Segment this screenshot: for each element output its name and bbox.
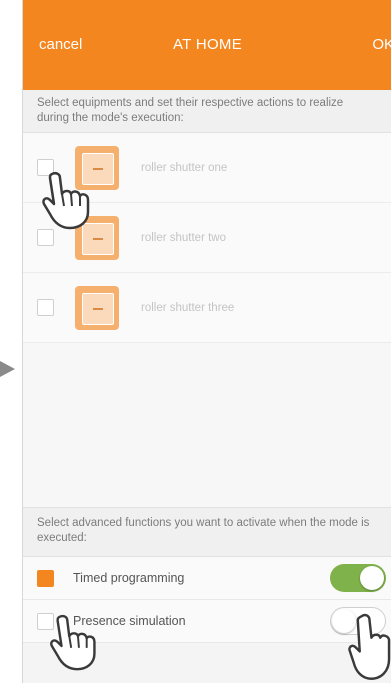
pointer-arrow xyxy=(0,361,15,377)
page-title: AT HOME xyxy=(172,36,243,53)
equipment-row[interactable]: roller shutter three xyxy=(23,273,391,343)
roller-shutter-icon xyxy=(75,285,119,330)
advanced-hint: Select advanced functions you want to ac… xyxy=(23,507,391,557)
tap-hand-icon xyxy=(348,613,391,680)
header-bar: cancel AT HOME OK xyxy=(23,0,391,90)
equipment-checkbox[interactable] xyxy=(37,299,54,316)
equipment-hint: Select equipments and set their respecti… xyxy=(23,90,391,133)
equipment-name: roller shutter two xyxy=(141,231,227,244)
equipment-name: roller shutter three xyxy=(141,301,235,314)
empty-space xyxy=(23,343,391,507)
tap-hand-icon xyxy=(42,171,90,230)
tap-hand-icon xyxy=(50,614,96,671)
equipment-name: roller shutter one xyxy=(141,161,228,174)
ok-button[interactable]: OK xyxy=(372,36,391,53)
option-label: Timed programming xyxy=(73,571,185,585)
timed-programming-toggle[interactable] xyxy=(330,564,386,592)
phone-screen: cancel AT HOME OK Select equipments and … xyxy=(22,0,391,683)
advanced-hint-text: Select advanced functions you want to ac… xyxy=(37,517,370,544)
option-timed-programming[interactable]: Timed programming xyxy=(23,557,391,600)
equipment-list: roller shutter one roller shutter two ro… xyxy=(23,133,391,343)
equipment-hint-text: Select equipments and set their respecti… xyxy=(37,97,344,124)
timed-programming-checkbox[interactable] xyxy=(37,569,54,587)
